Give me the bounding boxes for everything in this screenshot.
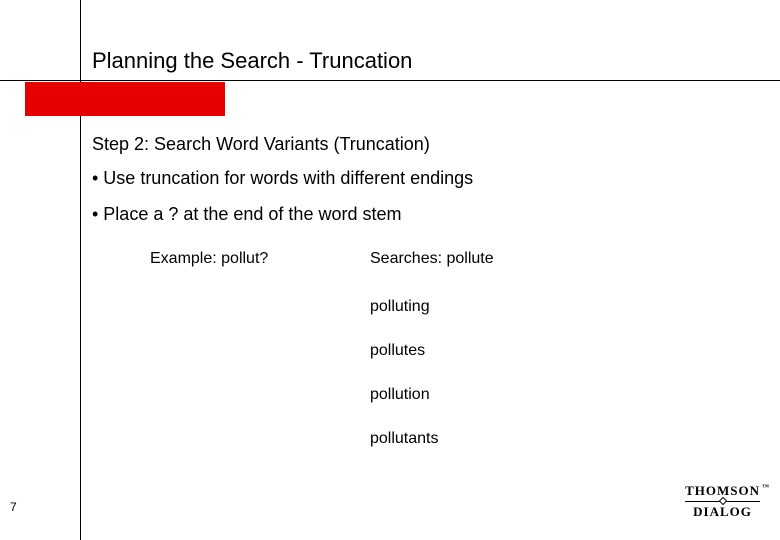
result-item: pollution (370, 386, 430, 404)
accent-box (25, 82, 225, 116)
trademark-icon: ™ (762, 483, 770, 491)
result-item: polluting (370, 298, 430, 316)
step-subtitle: Step 2: Search Word Variants (Truncation… (92, 134, 430, 155)
example-label: Example: pollut? (150, 250, 268, 268)
result-item: pollutes (370, 342, 425, 360)
result-item: pollutants (370, 430, 439, 448)
thomson-dialog-logo: THOMSON ™ DIALOG (685, 483, 760, 520)
page-number: 7 (10, 500, 17, 514)
logo-divider (685, 501, 760, 502)
logo-bottom-text: DIALOG (685, 504, 760, 520)
slide-title: Planning the Search - Truncation (92, 48, 412, 74)
vertical-divider (80, 0, 81, 540)
searches-label: Searches: pollute (370, 250, 494, 268)
title-underline (0, 80, 780, 81)
bullet-item: • Place a ? at the end of the word stem (92, 204, 401, 225)
bullet-item: • Use truncation for words with differen… (92, 168, 473, 189)
